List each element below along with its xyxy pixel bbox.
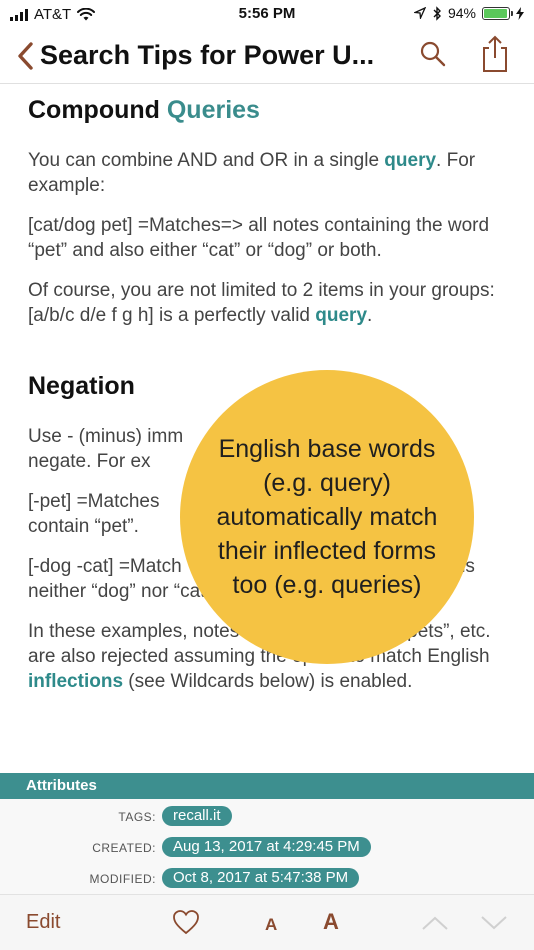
search-icon[interactable] [418, 39, 448, 69]
tip-bubble-text: English base words (e.g. query) automati… [216, 435, 438, 599]
attr-row-created: CREATED: Aug 13, 2017 at 4:29:45 PM [0, 837, 534, 859]
paragraph-text: [-dog -cat] =Match [28, 556, 182, 577]
paragraph-text: You can combine AND and OR in a single [28, 150, 385, 171]
navigation-bar: Search Tips for Power U... [0, 30, 534, 84]
page-title: Search Tips for Power U... [40, 40, 375, 70]
edit-button[interactable]: Edit [26, 911, 60, 934]
query-link[interactable]: query [315, 305, 367, 326]
bottom-toolbar: Edit A A [0, 894, 534, 950]
paragraph: You can combine AND and OR in a single q… [28, 148, 506, 198]
battery-percent: 94% [447, 5, 476, 21]
back-chevron-icon[interactable] [12, 38, 38, 74]
attributes-panel: TAGS: recall.it CREATED: Aug 13, 2017 at… [0, 799, 534, 894]
charging-icon [516, 6, 524, 20]
tip-bubble[interactable]: English base words (e.g. query) automati… [180, 370, 474, 664]
tags-label: TAGS: [118, 810, 156, 824]
heart-icon[interactable] [172, 909, 200, 935]
paragraph-text: contain “pet”. [28, 516, 139, 537]
location-icon [413, 7, 426, 19]
increase-font-button[interactable]: A [323, 909, 339, 935]
paragraph: [cat/dog pet] =Matches=> all notes conta… [28, 215, 490, 261]
inflections-link[interactable]: inflections [28, 671, 123, 692]
heading-accent: Queries [166, 96, 260, 124]
paragraph-text: Of course, you are not limited to 2 item… [28, 280, 495, 326]
status-bar: AT&T 5:56 PM 94% [0, 0, 534, 30]
bluetooth-icon [433, 5, 441, 21]
created-value: Aug 13, 2017 at 4:29:45 PM [162, 837, 371, 857]
battery-fill [484, 8, 507, 18]
modified-label: MODIFIED: [89, 872, 156, 886]
battery-icon [482, 6, 513, 20]
paragraph-text: (see Wildcards below) is enabled. [123, 671, 413, 692]
attributes-header[interactable]: Attributes [0, 773, 534, 799]
paragraph: Of course, you are not limited to 2 item… [28, 278, 506, 328]
created-label: CREATED: [92, 841, 156, 855]
paragraph-text: [-pet] =Matches [28, 491, 160, 512]
status-right: 94% [413, 5, 524, 21]
chevron-up-icon[interactable] [421, 915, 449, 931]
paragraph-text: Use - (minus) imm [28, 426, 184, 447]
tag-chip[interactable]: recall.it [162, 806, 232, 826]
section-heading-compound-queries: Compound Queries [28, 94, 506, 134]
paragraph-text: . [367, 305, 373, 326]
decrease-font-button[interactable]: A [265, 915, 277, 935]
attr-row-modified: MODIFIED: Oct 8, 2017 at 5:47:38 PM [0, 868, 534, 890]
query-link[interactable]: query [384, 150, 436, 171]
modified-value: Oct 8, 2017 at 5:47:38 PM [162, 868, 360, 888]
chevron-down-icon[interactable] [480, 915, 508, 931]
share-icon[interactable] [478, 34, 512, 74]
heading-text: Compound [28, 96, 167, 124]
attr-row-tags: TAGS: recall.it [0, 806, 534, 828]
